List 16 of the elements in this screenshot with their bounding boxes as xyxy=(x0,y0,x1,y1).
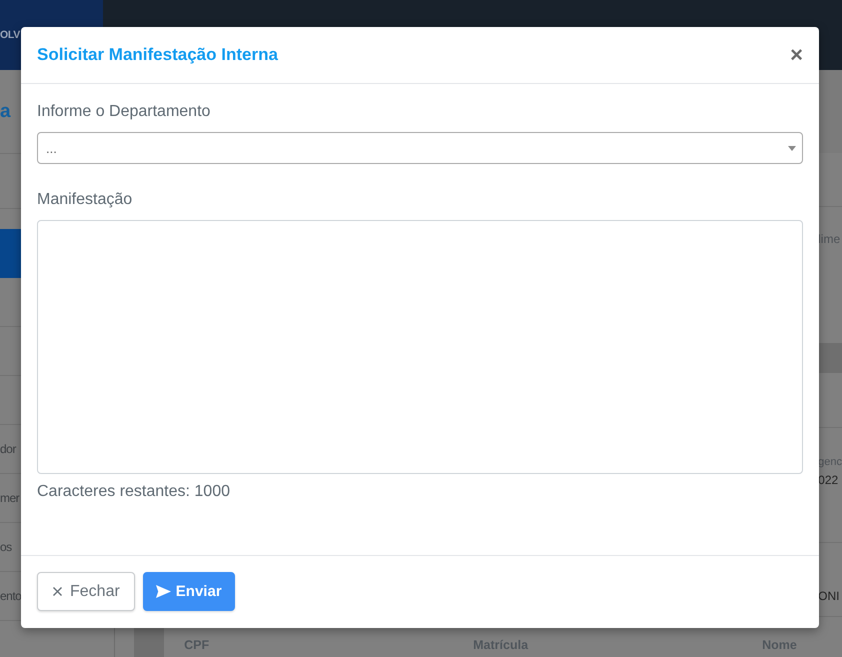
close-icon xyxy=(53,587,62,596)
field-label: Manifestação xyxy=(37,190,132,210)
brand-text: OLV xyxy=(0,29,20,41)
manifestation-field[interactable] xyxy=(37,220,803,474)
dialog-title: Solicitar Manifestação Interna xyxy=(37,45,278,65)
field-value: 022 xyxy=(818,472,838,488)
send-button[interactable]: Enviar xyxy=(142,572,235,611)
field-label: Informe o Departamento xyxy=(37,102,210,122)
close-button[interactable]: × xyxy=(790,44,803,66)
dismiss-button[interactable]: Fechar xyxy=(37,572,135,611)
character-counter: Caracteres restantes: 1000 xyxy=(37,482,230,502)
caret-icon xyxy=(788,146,796,150)
department-select[interactable]: ... xyxy=(37,132,803,164)
send-icon xyxy=(156,585,171,598)
field-value: ONI xyxy=(818,588,840,604)
page-heading: a xyxy=(0,100,11,122)
